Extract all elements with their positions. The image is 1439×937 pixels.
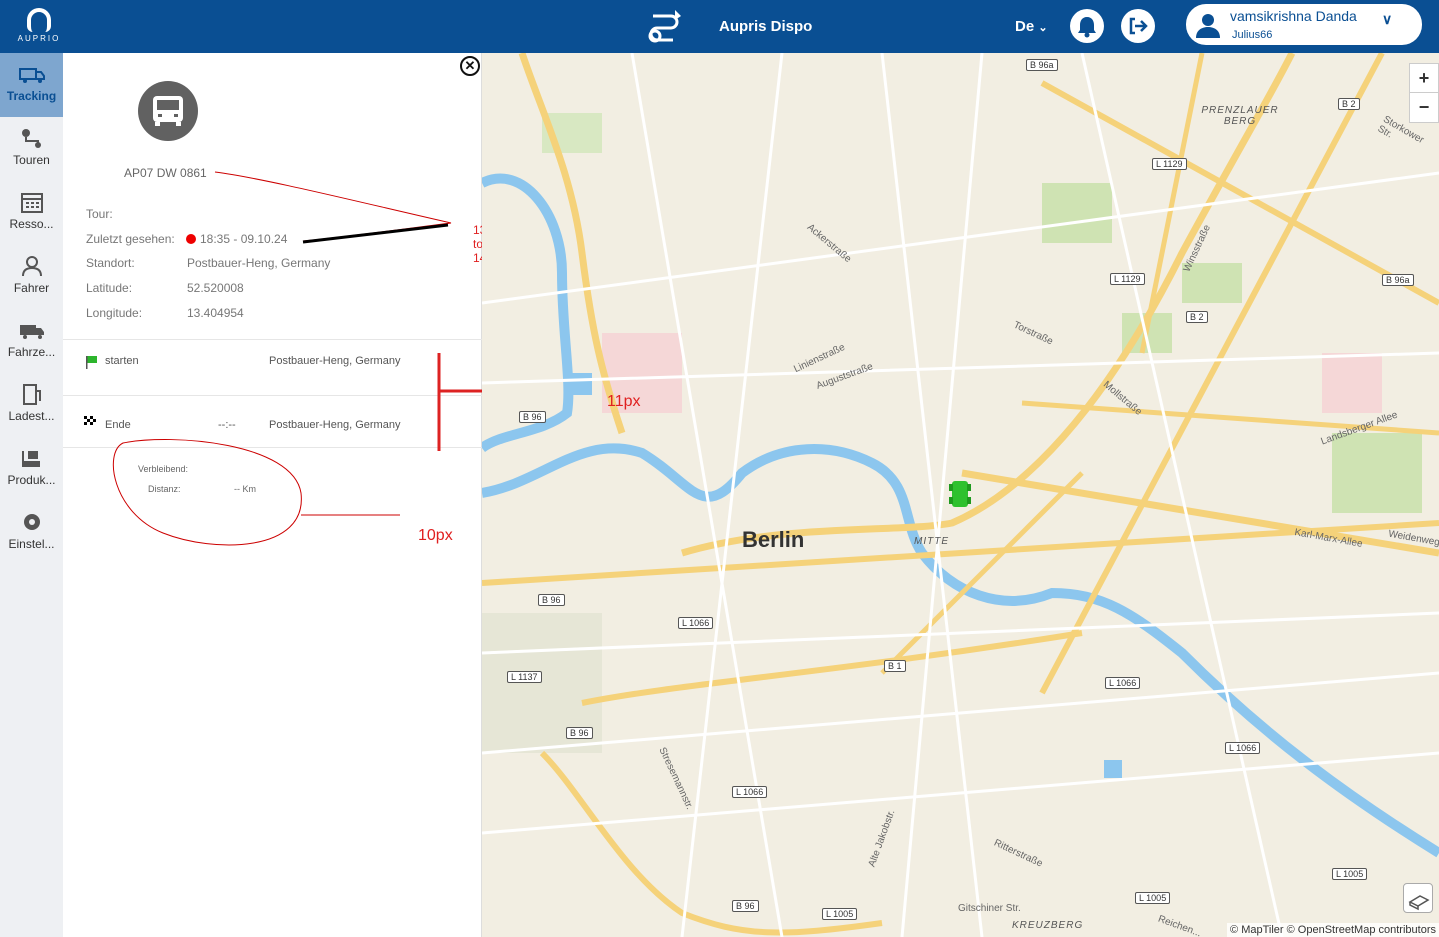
road-shield: B 96 <box>538 594 565 606</box>
gear-icon <box>23 514 40 530</box>
road-shield: B 96 <box>519 411 546 423</box>
annotation-gap: 10px <box>418 527 453 544</box>
road-shield: L 1005 <box>822 908 858 920</box>
road-shield: L 1066 <box>732 786 768 798</box>
sidebar-item-touren[interactable]: Touren <box>0 117 63 181</box>
app-title: Aupris Dispo <box>719 18 813 35</box>
truck-icon <box>19 325 44 339</box>
sidebar-item-label: Fahrze... <box>7 345 56 359</box>
road-shield: B 2 <box>1186 311 1208 323</box>
sidebar-item-ladestellen[interactable]: Ladest... <box>0 373 63 437</box>
map-view[interactable]: Berlin MITTE PRENZLAUER BERG KREUZBERG B… <box>482 53 1439 937</box>
map-district-prenzlauer: PRENZLAUER BERG <box>1201 105 1279 127</box>
road-shield: B 96a <box>1382 274 1414 286</box>
sidebar-item-label: Produk... <box>7 473 56 487</box>
vehicle-detail-panel: ✕ AP07 DW 0861 Tour: Zuletzt gesehen: 18… <box>63 53 499 937</box>
language-selector[interactable]: De ⌄ <box>1015 18 1048 35</box>
road-shield: L 1005 <box>1135 892 1171 904</box>
road-shield: B 96a <box>1026 59 1058 71</box>
road-shield: L 1005 <box>1332 868 1368 880</box>
language-label: De <box>1015 18 1035 35</box>
road-shield: B 1 <box>884 660 906 672</box>
sidebar-item-label: Resso... <box>9 217 54 231</box>
user-id: Julius66 <box>1232 29 1273 41</box>
sidebar-item-label: Ladest... <box>8 409 55 423</box>
sidebar-item-fahrzeuge[interactable]: Fahrze... <box>0 309 63 373</box>
road-shield: L 1129 <box>1110 273 1145 285</box>
road-shield: L 1129 <box>1152 158 1187 170</box>
route-brand-icon <box>648 10 681 43</box>
logo-wordmark: AUPRIO <box>17 34 61 43</box>
zoom-control: + − <box>1409 63 1439 123</box>
sidebar-item-label: Einstel... <box>8 537 55 551</box>
road-shield: L 1066 <box>678 617 714 629</box>
sidebar-item-einstellungen[interactable]: Einstel... <box>0 501 63 565</box>
zoom-out-button[interactable]: − <box>1410 93 1438 122</box>
zoom-in-button[interactable]: + <box>1410 64 1438 93</box>
logout-button[interactable] <box>1121 9 1155 43</box>
logout-icon <box>1129 17 1148 35</box>
sidebar-item-fahrer[interactable]: Fahrer <box>0 245 63 309</box>
sidebar-item-label: Fahrer <box>13 281 50 295</box>
map-city-label: Berlin <box>742 527 805 552</box>
road-shield: L 1066 <box>1105 677 1141 689</box>
user-name: vamsikrishna Danda <box>1230 8 1357 24</box>
notifications-button[interactable] <box>1070 9 1104 43</box>
bell-icon <box>1078 17 1096 38</box>
street-label: Gitschiner Str. <box>958 903 1021 914</box>
vehicle-marker[interactable] <box>949 481 971 507</box>
map-district-kreuzberg: KREUZBERG <box>1012 920 1084 931</box>
sidebar-item-label: Touren <box>13 153 50 167</box>
chevron-down-icon: ⌄ <box>1038 22 1048 34</box>
sidebar-item-tracking[interactable]: Tracking <box>0 53 63 117</box>
map-tiles <box>482 53 1439 937</box>
top-bar: AUPRIO Aupris Dispo De ⌄ vamsikrishna Da… <box>0 0 1439 53</box>
tracking-icon <box>18 68 45 83</box>
map-district-mitte: MITTE <box>914 536 949 547</box>
road-shield: B 96 <box>732 900 759 912</box>
user-menu-chevron-icon: ∨ <box>1382 11 1393 27</box>
road-shield: L 1137 <box>507 671 542 683</box>
loading-station-icon <box>22 384 41 405</box>
road-shield: B 96 <box>566 727 593 739</box>
truck-outline-icon <box>1408 895 1430 911</box>
route-icon <box>21 129 41 148</box>
road-shield: L 1066 <box>1225 742 1261 754</box>
annotation-drawing <box>112 171 482 546</box>
user-avatar-icon <box>1196 14 1220 38</box>
calendar-icon <box>20 193 43 213</box>
sidebar-item-label: Tracking <box>6 89 57 103</box>
sidebar: Tracking Touren Resso... Fahrer Fahrze..… <box>0 53 63 937</box>
driver-icon <box>21 256 42 277</box>
user-menu[interactable]: vamsikrishna Danda Julius66 ∨ <box>1186 4 1422 45</box>
app-logo[interactable]: AUPRIO <box>12 8 66 48</box>
map-attribution[interactable]: © MapTiler © OpenStreetMap contributors <box>1227 923 1439 937</box>
sidebar-item-produkte[interactable]: Produk... <box>0 437 63 501</box>
map-view-toggle-button[interactable] <box>1403 883 1433 913</box>
sidebar-item-ressourcen[interactable]: Resso... <box>0 181 63 245</box>
road-shield: B 2 <box>1338 98 1360 110</box>
logo-mark-icon <box>27 8 51 32</box>
annotation-spacing: 11px <box>607 393 641 410</box>
product-icon <box>21 451 40 467</box>
